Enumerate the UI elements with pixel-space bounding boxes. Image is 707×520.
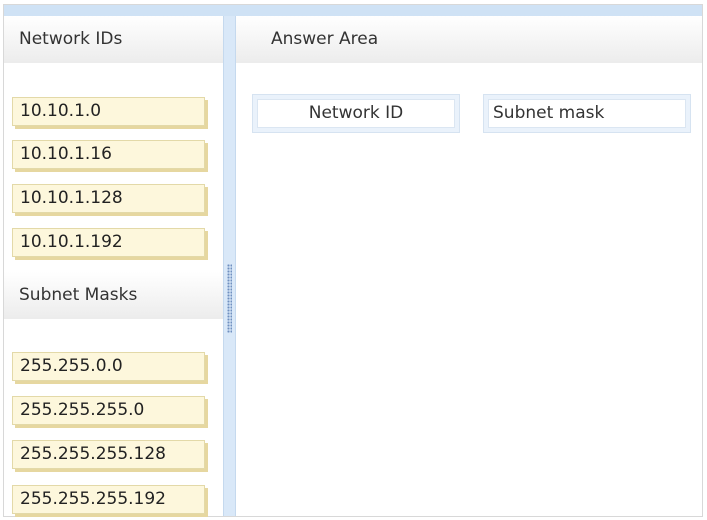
subnet-mask-option[interactable]: 255.255.0.0: [12, 352, 205, 381]
network-id-option[interactable]: 10.10.1.16: [12, 140, 205, 169]
subnet-masks-header: Subnet Masks: [4, 272, 223, 319]
subnet-mask-option[interactable]: 255.255.255.0: [12, 396, 205, 425]
answer-area-panel: Answer Area Network ID Subnet mask: [236, 16, 702, 516]
panel-splitter[interactable]: [223, 16, 236, 516]
subnet-mask-option[interactable]: 255.255.255.128: [12, 440, 205, 469]
choices-panel: Network IDs 10.10.1.0 10.10.1.16 10.10.1…: [4, 16, 223, 516]
subnet-mask-option[interactable]: 255.255.255.192: [12, 485, 205, 514]
drag-drop-question-frame: Network IDs 10.10.1.0 10.10.1.16 10.10.1…: [3, 4, 703, 517]
answer-area-header: Answer Area: [236, 16, 702, 63]
splitter-grip-icon[interactable]: [227, 264, 232, 333]
top-strip: [4, 5, 702, 16]
network-id-drop-target[interactable]: Network ID: [252, 94, 460, 133]
subnet-mask-column-label: Subnet mask: [488, 99, 686, 128]
subnet-mask-drop-target[interactable]: Subnet mask: [483, 94, 691, 133]
network-id-column-label: Network ID: [257, 99, 455, 128]
network-id-option[interactable]: 10.10.1.192: [12, 228, 205, 257]
network-ids-header: Network IDs: [4, 16, 223, 63]
network-id-option[interactable]: 10.10.1.0: [12, 97, 205, 126]
network-id-option[interactable]: 10.10.1.128: [12, 184, 205, 213]
